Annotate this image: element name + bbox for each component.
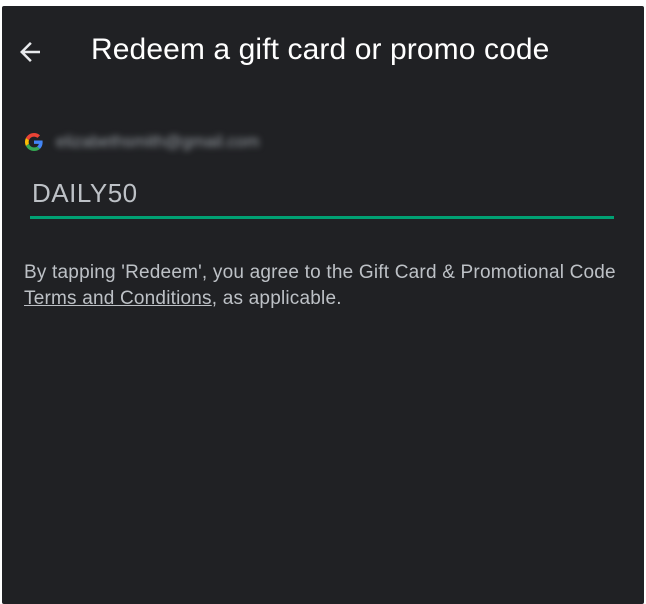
account-row: elizabethsmith@gmail.com xyxy=(24,130,259,154)
promo-code-input[interactable] xyxy=(30,172,616,214)
arrow-back-icon xyxy=(20,42,40,62)
back-button[interactable] xyxy=(10,32,50,72)
terms-notice: By tapping 'Redeem', you agree to the Gi… xyxy=(24,260,624,312)
input-underline xyxy=(30,216,614,219)
redeem-screen: Redeem a gift card or promo code elizabe… xyxy=(2,6,644,604)
terms-text-before: By tapping 'Redeem', you agree to the Gi… xyxy=(24,262,616,283)
google-g-icon xyxy=(24,132,44,152)
terms-text-after: , as applicable. xyxy=(211,288,342,309)
promo-code-field[interactable] xyxy=(30,172,616,219)
terms-and-conditions-link[interactable]: Terms and Conditions xyxy=(24,288,212,309)
page-title: Redeem a gift card or promo code xyxy=(91,33,550,66)
app-bar: Redeem a gift card or promo code xyxy=(2,6,644,94)
account-email: elizabethsmith@gmail.com xyxy=(56,132,260,151)
